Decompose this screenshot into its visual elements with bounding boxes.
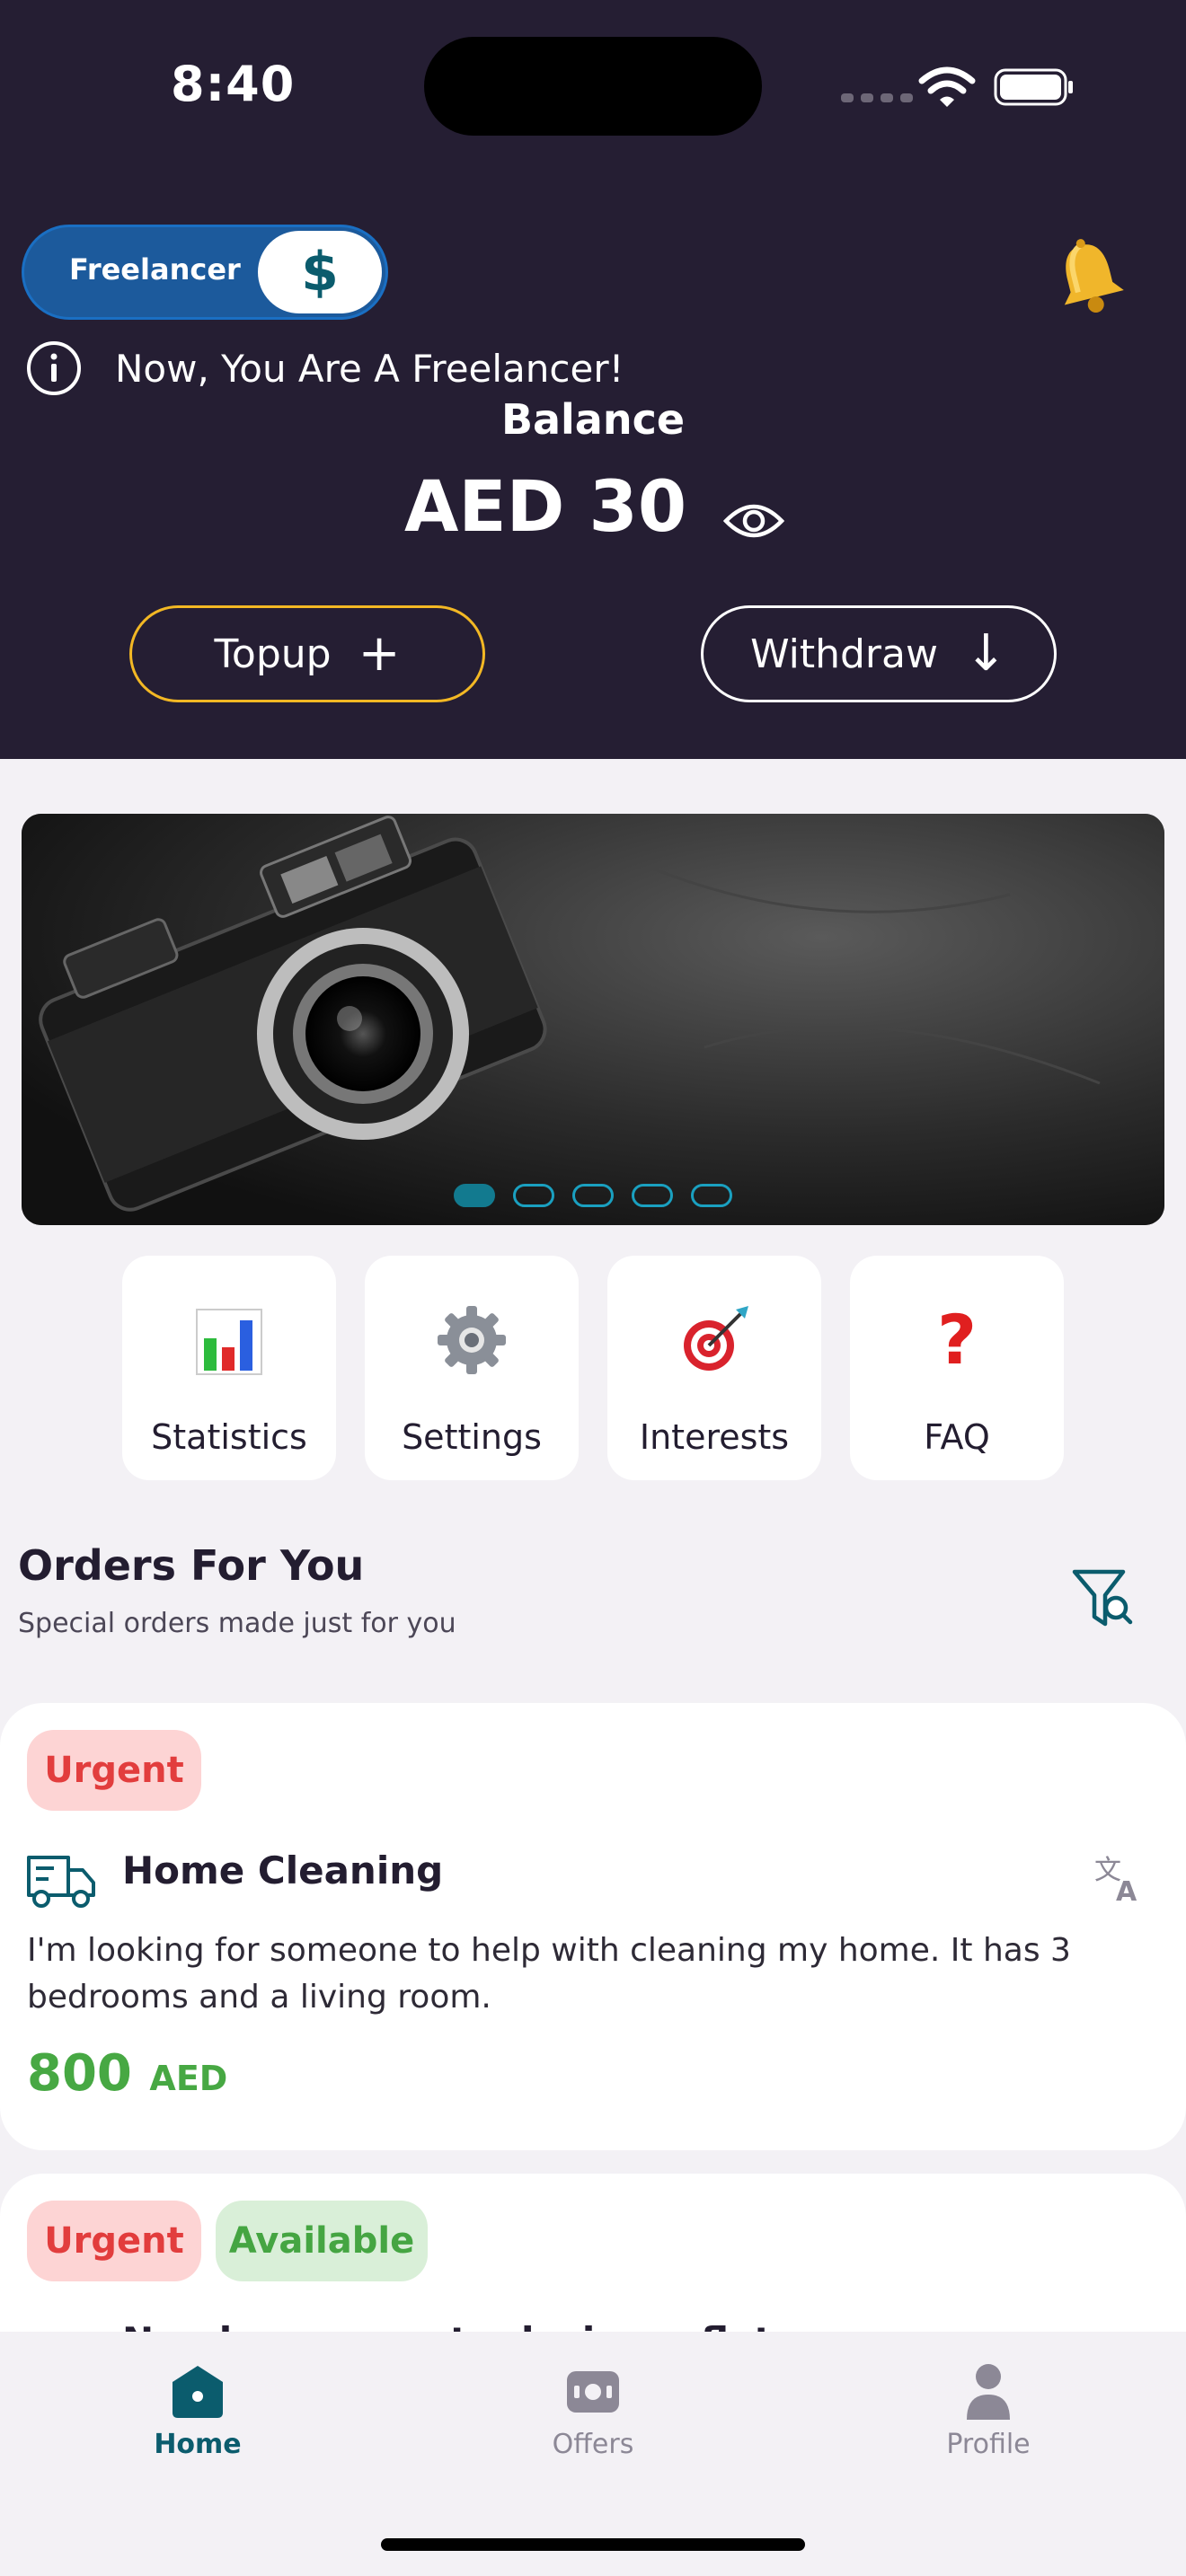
interests-button[interactable]: Interests xyxy=(607,1256,821,1480)
wifi-icon xyxy=(918,66,976,107)
freelancer-mode-toggle[interactable]: Freelancer $ xyxy=(22,225,388,320)
faq-button[interactable]: ? FAQ xyxy=(850,1256,1064,1480)
interests-label: Interests xyxy=(639,1417,790,1457)
nav-home-label: Home xyxy=(154,2429,242,2460)
dynamic-island xyxy=(424,37,762,136)
pagination-dot[interactable] xyxy=(632,1184,673,1207)
info-icon xyxy=(27,341,81,395)
settings-label: Settings xyxy=(402,1417,542,1457)
price-currency: AED xyxy=(149,2059,228,2098)
nav-profile-label: Profile xyxy=(946,2429,1031,2460)
gear-icon xyxy=(438,1306,506,1374)
bell-icon[interactable] xyxy=(1049,235,1128,318)
camera-photo xyxy=(22,814,1164,1225)
topup-button[interactable]: Topup + xyxy=(129,605,485,702)
orders-subtitle: Special orders made just for you xyxy=(18,1608,456,1639)
pagination-dot[interactable] xyxy=(513,1184,554,1207)
promo-banner[interactable] xyxy=(22,814,1164,1225)
nav-home[interactable]: Home xyxy=(99,2360,296,2460)
balance-row: AED 30 xyxy=(404,467,785,548)
orders-title: Orders For You xyxy=(18,1541,365,1590)
pagination-dot[interactable] xyxy=(454,1184,495,1207)
settings-button[interactable]: Settings xyxy=(365,1256,579,1480)
svg-text:A: A xyxy=(1116,1876,1137,1904)
profile-icon xyxy=(967,2364,1010,2420)
home-icon xyxy=(173,2366,223,2418)
statistics-button[interactable]: Statistics xyxy=(122,1256,336,1480)
header: 8:40 Freelancer $ Now, You Are A Freelan… xyxy=(0,0,1186,759)
offers-icon xyxy=(567,2371,619,2413)
price-value: 800 xyxy=(27,2044,132,2103)
info-message: Now, You Are A Freelancer! xyxy=(115,346,624,391)
nav-offers[interactable]: Offers xyxy=(494,2360,692,2460)
statistics-label: Statistics xyxy=(151,1417,307,1457)
translate-icon[interactable]: 文 A xyxy=(1093,1848,1148,1904)
filter-search-icon[interactable] xyxy=(1069,1565,1136,1631)
target-icon xyxy=(684,1306,748,1371)
order-card[interactable]: Urgent Home Cleaning 文 A I'm looking for… xyxy=(0,1703,1186,2150)
home-indicator xyxy=(381,2538,805,2551)
battery-icon xyxy=(994,68,1073,106)
dollar-icon: $ xyxy=(258,231,382,313)
question-icon: ? xyxy=(936,1300,978,1380)
pagination-dot[interactable] xyxy=(691,1184,732,1207)
topup-label: Topup xyxy=(214,631,332,677)
cellular-signal-icon xyxy=(841,93,913,102)
urgent-badge: Urgent xyxy=(27,2201,201,2281)
order-description: I'm looking for someone to help with cle… xyxy=(27,1932,1071,2016)
faq-label: FAQ xyxy=(924,1417,990,1457)
bar-chart-icon xyxy=(196,1309,262,1375)
balance-label: Balance xyxy=(500,395,686,444)
eye-icon[interactable] xyxy=(722,494,785,548)
nav-profile[interactable]: Profile xyxy=(890,2360,1087,2460)
order-price: 800 AED xyxy=(27,2044,227,2103)
order-title: Home Cleaning xyxy=(122,1848,444,1892)
toggle-label: Freelancer xyxy=(69,252,241,287)
arrow-down-icon: ↓ xyxy=(964,624,1007,683)
screen: 8:40 Freelancer $ Now, You Are A Freelan… xyxy=(0,0,1186,2576)
freelancer-info: Now, You Are A Freelancer! xyxy=(25,340,624,397)
urgent-badge: Urgent xyxy=(27,1730,201,1811)
withdraw-label: Withdraw xyxy=(750,631,938,677)
banner-pagination xyxy=(22,1184,1164,1207)
status-time: 8:40 xyxy=(171,56,296,112)
plus-icon: + xyxy=(358,624,401,683)
pagination-dot[interactable] xyxy=(572,1184,614,1207)
truck-icon xyxy=(27,1856,95,1908)
withdraw-button[interactable]: Withdraw ↓ xyxy=(701,605,1057,702)
balance-value: AED 30 xyxy=(404,467,687,548)
available-badge: Available xyxy=(216,2201,428,2281)
nav-offers-label: Offers xyxy=(552,2429,634,2460)
